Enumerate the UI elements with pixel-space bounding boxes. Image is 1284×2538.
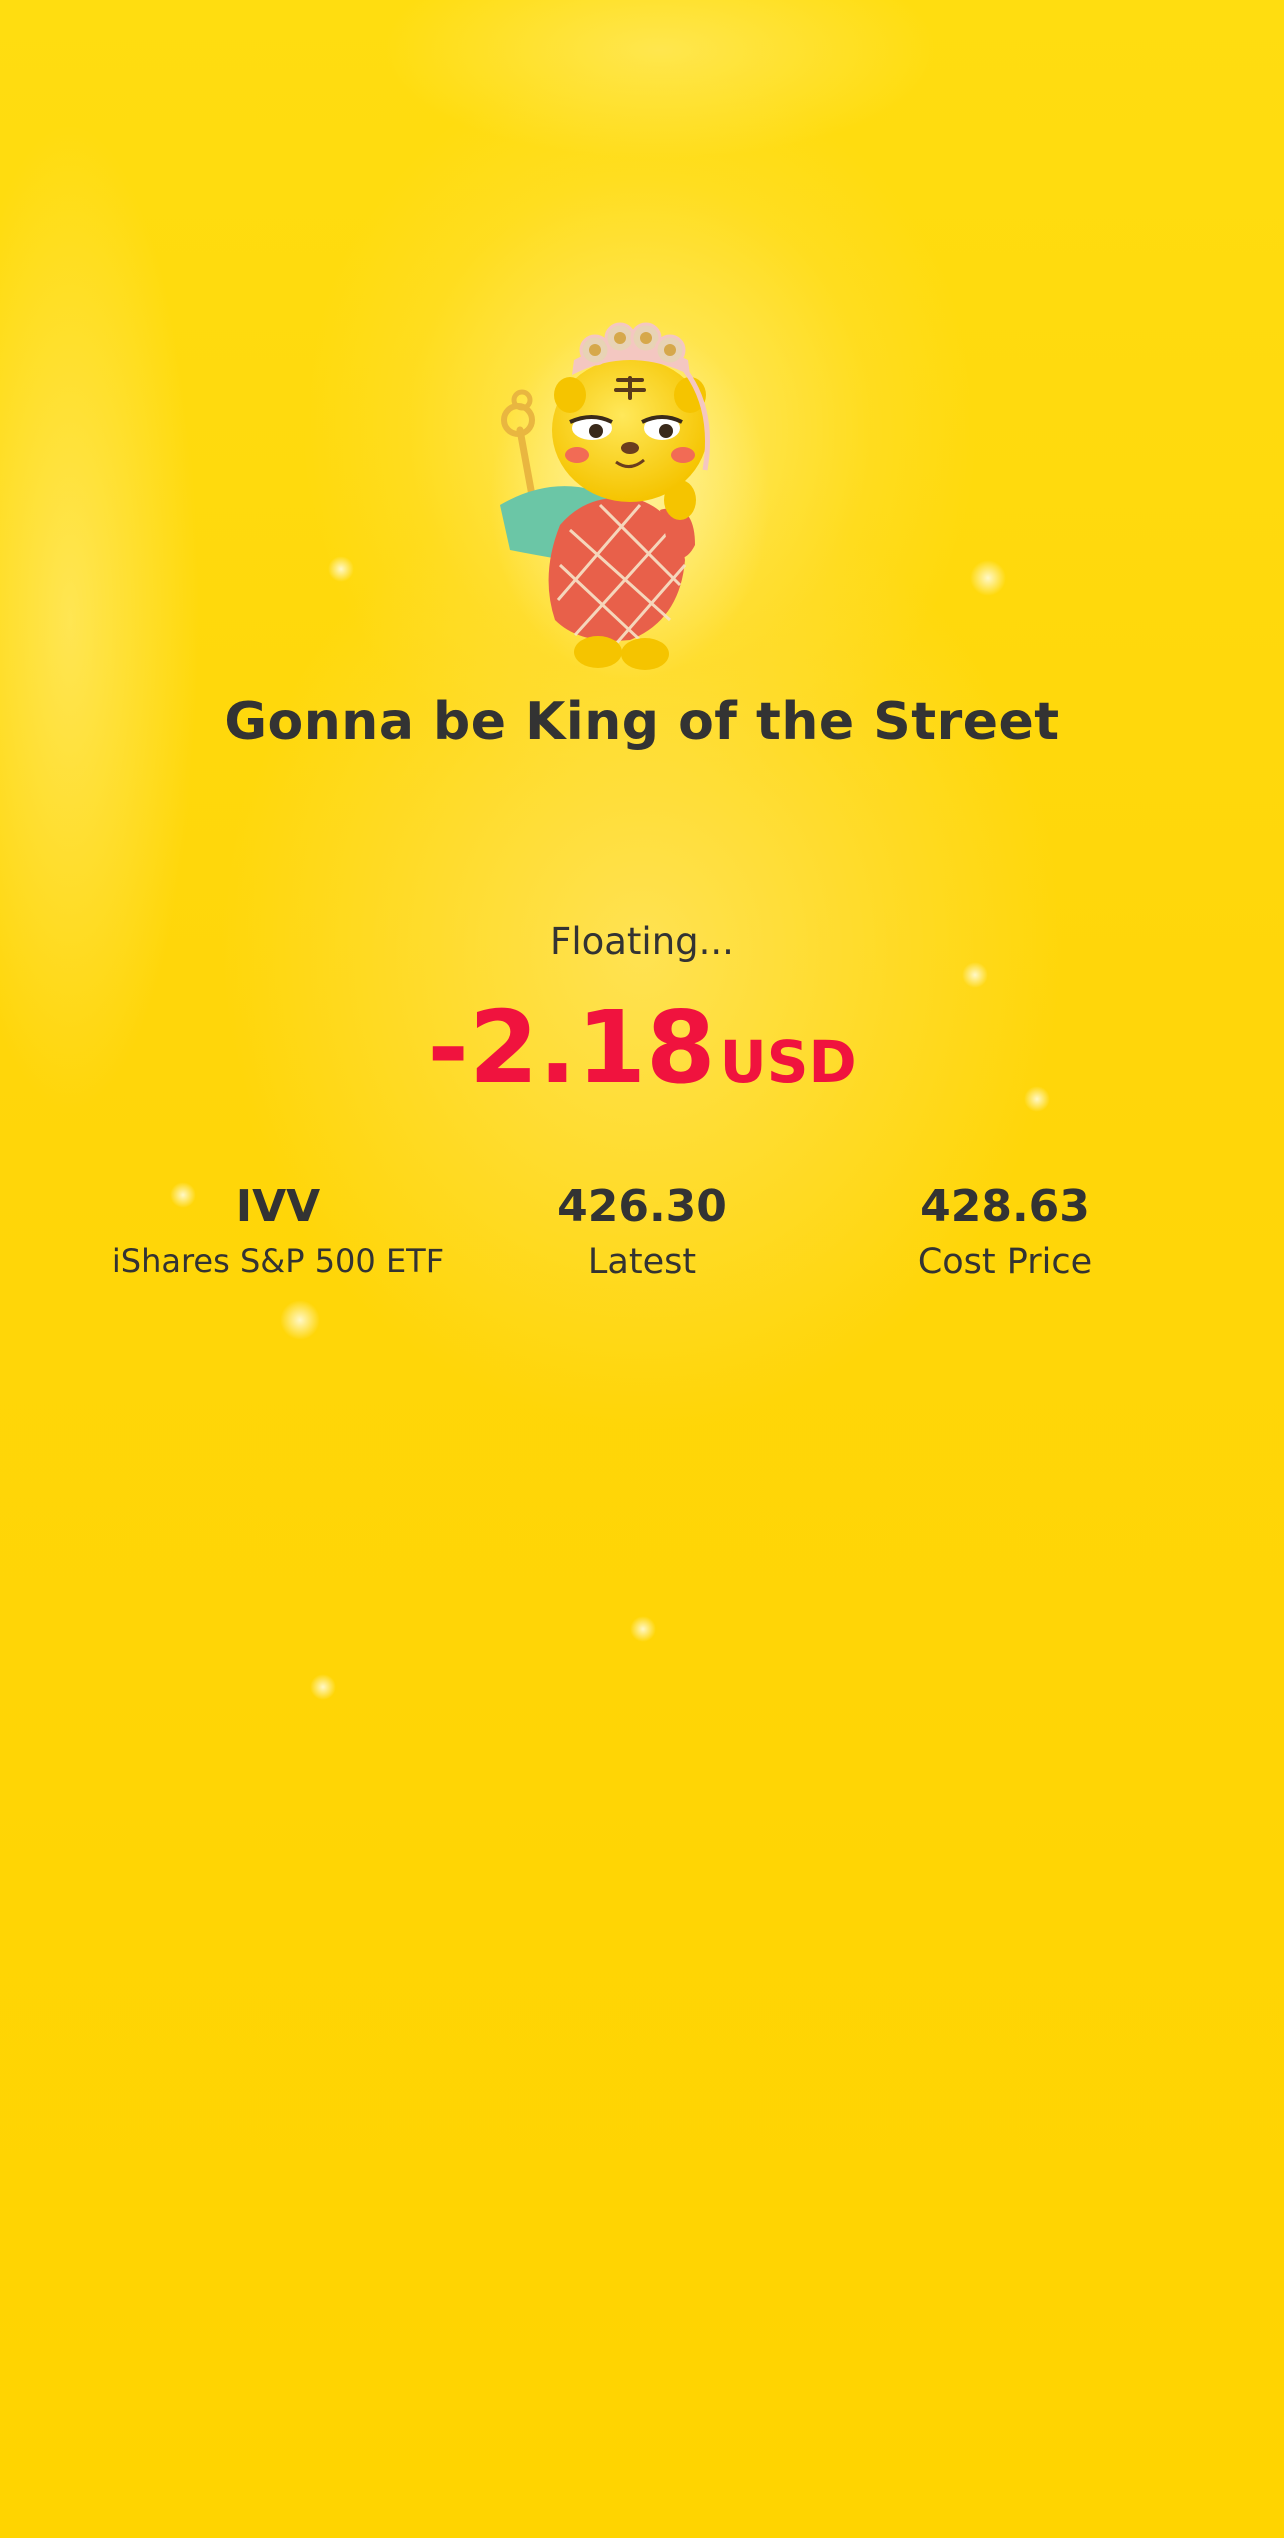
symbol-ticker: IVV (235, 1181, 321, 1232)
cost-price-label: Cost Price (917, 1242, 1093, 1282)
cost-price-value: 428.63 (920, 1181, 1090, 1232)
pnl-display: -2.18USD (0, 998, 1284, 1098)
symbol-name: iShares S&P 500 ETF (111, 1242, 445, 1280)
pnl-amount: -2.18 (427, 989, 716, 1106)
latest-price-value: 426.30 (557, 1181, 727, 1232)
sparkle-decoration (328, 556, 354, 582)
sparkle-decoration (962, 962, 988, 988)
sparkle-decoration (280, 1300, 320, 1340)
position-status-label: Floating... (550, 920, 734, 963)
sparkle-decoration (630, 1616, 656, 1642)
stat-cost: 428.63 Cost Price (795, 1178, 1215, 1282)
tiger-king-mascot-icon (490, 320, 770, 680)
sparkle-decoration (970, 560, 1006, 596)
stat-latest: 426.30 Latest (432, 1178, 852, 1282)
latest-price-label: Latest (587, 1242, 697, 1282)
position-stats: IVV iShares S&P 500 ETF 426.30 Latest 42… (0, 1178, 1284, 1298)
pnl-currency: USD (719, 1028, 857, 1096)
stat-symbol: IVV iShares S&P 500 ETF (68, 1178, 488, 1280)
sparkle-decoration (310, 1674, 336, 1700)
page-title: Gonna be King of the Street (224, 692, 1060, 752)
